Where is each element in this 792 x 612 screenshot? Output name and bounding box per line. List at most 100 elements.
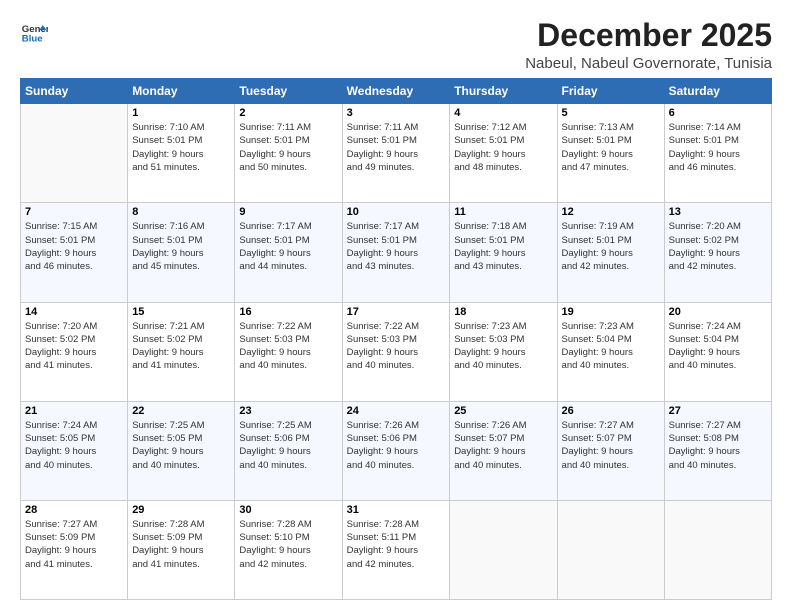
day-info: Sunrise: 7:17 AMSunset: 5:01 PMDaylight:… <box>239 220 337 273</box>
day-info: Sunrise: 7:20 AMSunset: 5:02 PMDaylight:… <box>669 220 767 273</box>
logo-icon: General Blue <box>20 18 48 46</box>
col-tuesday: Tuesday <box>235 79 342 104</box>
day-number: 14 <box>25 306 123 318</box>
day-number: 29 <box>132 504 230 516</box>
day-number: 8 <box>132 206 230 218</box>
calendar-cell: 29 Sunrise: 7:28 AMSunset: 5:09 PMDayligh… <box>128 500 235 599</box>
day-info: Sunrise: 7:15 AMSunset: 5:01 PMDaylight:… <box>25 220 123 273</box>
calendar-week-5: 28Sunrise: 7:27 AMSunset: 5:09 PMDayligh… <box>21 500 772 599</box>
day-info: Sunrise: 7:22 AMSunset: 5:03 PMDaylight:… <box>239 320 337 373</box>
calendar-week-2: 7 Sunrise: 7:15 AMSunset: 5:01 PMDaylight… <box>21 203 772 302</box>
calendar-week-3: 14 Sunrise: 7:20 AMSunset: 5:02 PMDayligh… <box>21 302 772 401</box>
calendar-cell: 25Sunrise: 7:26 AMSunset: 5:07 PMDayligh… <box>450 401 557 500</box>
calendar-cell <box>450 500 557 599</box>
day-info: Sunrise: 7:18 AMSunset: 5:01 PMDaylight:… <box>454 220 552 273</box>
calendar-header-row: Sunday Monday Tuesday Wednesday Thursday… <box>21 79 772 104</box>
calendar-cell: 22 Sunrise: 7:25 AMSunset: 5:05 PMDayligh… <box>128 401 235 500</box>
subtitle: Nabeul, Nabeul Governorate, Tunisia <box>525 55 772 72</box>
calendar-cell: 23Sunrise: 7:25 AMSunset: 5:06 PMDayligh… <box>235 401 342 500</box>
day-number: 31 <box>347 504 446 516</box>
day-number: 15 <box>132 306 230 318</box>
day-number: 10 <box>347 206 446 218</box>
day-info: Sunrise: 7:24 AMSunset: 5:05 PMDaylight:… <box>25 419 123 472</box>
calendar-cell: 19Sunrise: 7:23 AMSunset: 5:04 PMDayligh… <box>557 302 664 401</box>
calendar-cell <box>557 500 664 599</box>
day-number: 16 <box>239 306 337 318</box>
day-number: 9 <box>239 206 337 218</box>
calendar-cell: 1 Sunrise: 7:10 AMSunset: 5:01 PMDaylight… <box>128 104 235 203</box>
calendar-cell: 20Sunrise: 7:24 AMSunset: 5:04 PMDayligh… <box>664 302 771 401</box>
title-block: December 2025 Nabeul, Nabeul Governorate… <box>525 18 772 72</box>
day-number: 27 <box>669 405 767 417</box>
header: General Blue December 2025 Nabeul, Nabeu… <box>20 18 772 72</box>
calendar-cell: 6 Sunrise: 7:14 AMSunset: 5:01 PMDaylight… <box>664 104 771 203</box>
calendar-table: Sunday Monday Tuesday Wednesday Thursday… <box>20 78 772 600</box>
col-wednesday: Wednesday <box>342 79 450 104</box>
day-number: 18 <box>454 306 552 318</box>
calendar-cell: 9 Sunrise: 7:17 AMSunset: 5:01 PMDaylight… <box>235 203 342 302</box>
calendar-cell: 21 Sunrise: 7:24 AMSunset: 5:05 PMDayligh… <box>21 401 128 500</box>
page: General Blue December 2025 Nabeul, Nabeu… <box>0 0 792 612</box>
day-number: 28 <box>25 504 123 516</box>
day-info: Sunrise: 7:24 AMSunset: 5:04 PMDaylight:… <box>669 320 767 373</box>
day-info: Sunrise: 7:11 AMSunset: 5:01 PMDaylight:… <box>239 121 337 174</box>
calendar-cell: 16 Sunrise: 7:22 AMSunset: 5:03 PMDayligh… <box>235 302 342 401</box>
calendar-cell: 2Sunrise: 7:11 AMSunset: 5:01 PMDaylight… <box>235 104 342 203</box>
day-number: 12 <box>562 206 660 218</box>
day-number: 7 <box>25 206 123 218</box>
day-info: Sunrise: 7:13 AMSunset: 5:01 PMDaylight:… <box>562 121 660 174</box>
calendar-cell: 27 Sunrise: 7:27 AMSunset: 5:08 PMDayligh… <box>664 401 771 500</box>
calendar-cell: 3 Sunrise: 7:11 AMSunset: 5:01 PMDaylight… <box>342 104 450 203</box>
calendar-cell: 4 Sunrise: 7:12 AMSunset: 5:01 PMDaylight… <box>450 104 557 203</box>
calendar-cell: 14 Sunrise: 7:20 AMSunset: 5:02 PMDayligh… <box>21 302 128 401</box>
calendar-cell: 13 Sunrise: 7:20 AMSunset: 5:02 PMDayligh… <box>664 203 771 302</box>
day-number: 19 <box>562 306 660 318</box>
day-number: 26 <box>562 405 660 417</box>
calendar-cell: 17 Sunrise: 7:22 AMSunset: 5:03 PMDayligh… <box>342 302 450 401</box>
day-number: 4 <box>454 107 552 119</box>
day-number: 17 <box>347 306 446 318</box>
calendar-week-4: 21 Sunrise: 7:24 AMSunset: 5:05 PMDayligh… <box>21 401 772 500</box>
col-monday: Monday <box>128 79 235 104</box>
day-number: 1 <box>132 107 230 119</box>
calendar-cell: 15 Sunrise: 7:21 AMSunset: 5:02 PMDayligh… <box>128 302 235 401</box>
calendar-cell: 10 Sunrise: 7:17 AMSunset: 5:01 PMDayligh… <box>342 203 450 302</box>
calendar-cell <box>664 500 771 599</box>
day-info: Sunrise: 7:28 AMSunset: 5:10 PMDaylight:… <box>239 518 337 571</box>
main-title: December 2025 <box>525 18 772 53</box>
day-info: Sunrise: 7:25 AMSunset: 5:05 PMDaylight:… <box>132 419 230 472</box>
day-info: Sunrise: 7:16 AMSunset: 5:01 PMDaylight:… <box>132 220 230 273</box>
day-info: Sunrise: 7:19 AMSunset: 5:01 PMDaylight:… <box>562 220 660 273</box>
calendar-cell: 8 Sunrise: 7:16 AMSunset: 5:01 PMDaylight… <box>128 203 235 302</box>
day-info: Sunrise: 7:27 AMSunset: 5:07 PMDaylight:… <box>562 419 660 472</box>
day-info: Sunrise: 7:12 AMSunset: 5:01 PMDaylight:… <box>454 121 552 174</box>
day-info: Sunrise: 7:17 AMSunset: 5:01 PMDaylight:… <box>347 220 446 273</box>
day-number: 22 <box>132 405 230 417</box>
calendar-cell: 18Sunrise: 7:23 AMSunset: 5:03 PMDayligh… <box>450 302 557 401</box>
day-info: Sunrise: 7:11 AMSunset: 5:01 PMDaylight:… <box>347 121 446 174</box>
calendar-cell: 5Sunrise: 7:13 AMSunset: 5:01 PMDaylight… <box>557 104 664 203</box>
day-number: 30 <box>239 504 337 516</box>
calendar-cell: 26 Sunrise: 7:27 AMSunset: 5:07 PMDayligh… <box>557 401 664 500</box>
col-friday: Friday <box>557 79 664 104</box>
day-info: Sunrise: 7:28 AMSunset: 5:09 PMDaylight:… <box>132 518 230 571</box>
day-number: 21 <box>25 405 123 417</box>
day-info: Sunrise: 7:21 AMSunset: 5:02 PMDaylight:… <box>132 320 230 373</box>
day-number: 3 <box>347 107 446 119</box>
calendar-cell <box>21 104 128 203</box>
day-info: Sunrise: 7:22 AMSunset: 5:03 PMDaylight:… <box>347 320 446 373</box>
calendar-cell: 12 Sunrise: 7:19 AMSunset: 5:01 PMDayligh… <box>557 203 664 302</box>
day-info: Sunrise: 7:27 AMSunset: 5:08 PMDaylight:… <box>669 419 767 472</box>
col-saturday: Saturday <box>664 79 771 104</box>
logo: General Blue <box>20 18 48 46</box>
day-info: Sunrise: 7:26 AMSunset: 5:06 PMDaylight:… <box>347 419 446 472</box>
day-number: 13 <box>669 206 767 218</box>
calendar-cell: 11 Sunrise: 7:18 AMSunset: 5:01 PMDayligh… <box>450 203 557 302</box>
day-number: 6 <box>669 107 767 119</box>
day-info: Sunrise: 7:20 AMSunset: 5:02 PMDaylight:… <box>25 320 123 373</box>
day-info: Sunrise: 7:10 AMSunset: 5:01 PMDaylight:… <box>132 121 230 174</box>
day-info: Sunrise: 7:14 AMSunset: 5:01 PMDaylight:… <box>669 121 767 174</box>
day-number: 11 <box>454 206 552 218</box>
svg-text:Blue: Blue <box>22 34 43 45</box>
col-sunday: Sunday <box>21 79 128 104</box>
